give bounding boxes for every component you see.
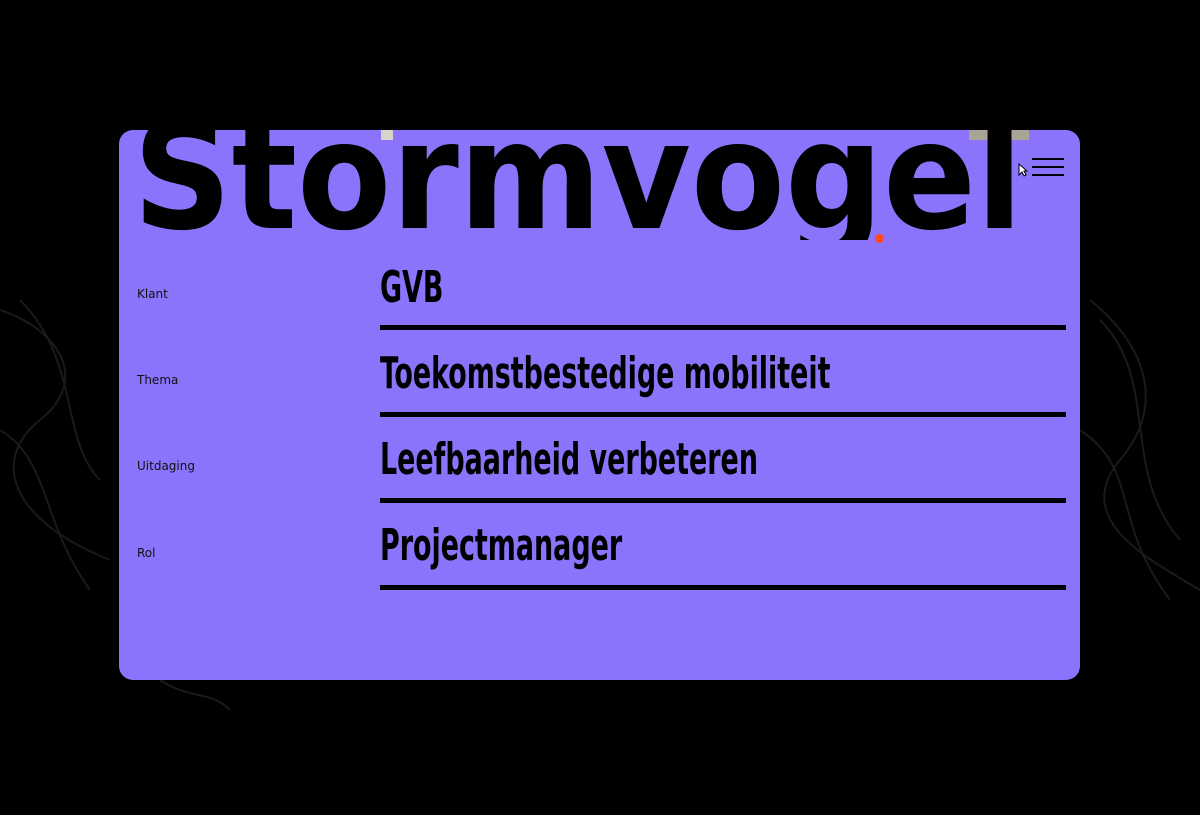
divider — [380, 585, 1066, 590]
page: Stormvogel Klant GVB Thema Toekomstbeste… — [0, 0, 1200, 815]
detail-label-rol: Rol — [137, 546, 156, 560]
detail-value-klant: GVB — [380, 262, 444, 313]
detail-label-klant: Klant — [137, 287, 168, 301]
accent-dot — [875, 234, 884, 243]
logo-text: Stormvogel — [133, 130, 1023, 240]
detail-value-thema: Toekomstbestedige mobiliteit — [380, 348, 831, 399]
divider — [380, 325, 1066, 330]
detail-label-uitdaging: Uitdaging — [137, 459, 195, 473]
divider — [380, 412, 1066, 417]
menu-line — [1032, 158, 1064, 160]
detail-value-uitdaging: Leefbaarheid verbeteren — [380, 434, 758, 485]
menu-button[interactable] — [1032, 156, 1064, 178]
project-card: Stormvogel Klant GVB Thema Toekomstbeste… — [119, 130, 1080, 680]
detail-value-rol: Projectmanager — [380, 520, 623, 571]
logo-wordmark: Stormvogel — [133, 130, 1029, 240]
detail-label-thema: Thema — [137, 373, 179, 387]
divider — [380, 498, 1066, 503]
mouse-pointer-icon — [1018, 163, 1028, 177]
menu-line — [1032, 174, 1064, 176]
site-logo[interactable]: Stormvogel — [119, 130, 1080, 240]
menu-line — [1032, 166, 1064, 168]
